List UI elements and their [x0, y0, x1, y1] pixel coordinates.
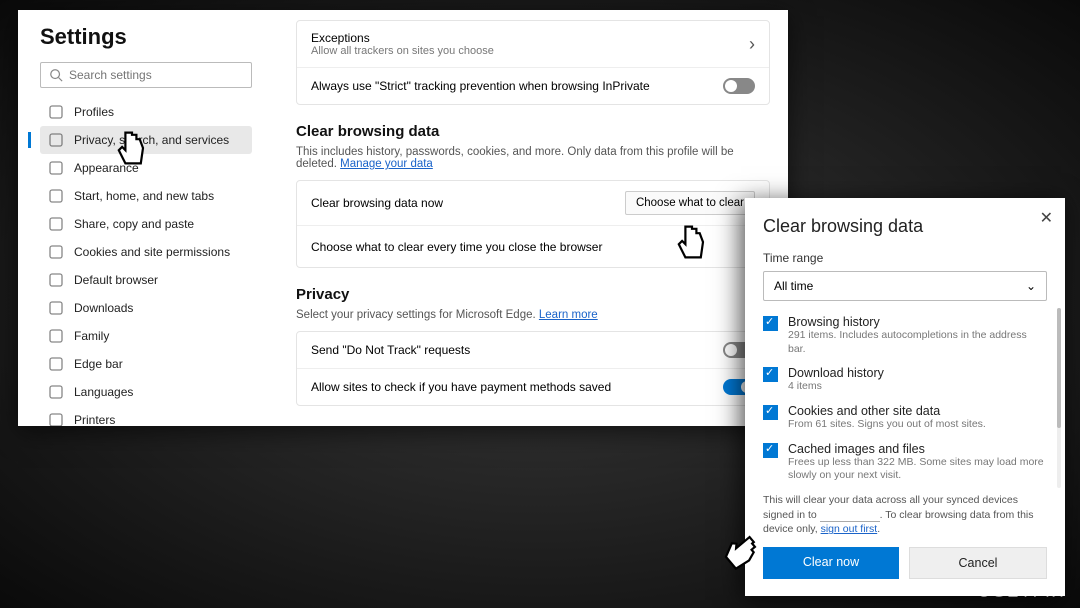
clear-on-close-label: Choose what to clear every time you clos… — [311, 240, 602, 254]
checkbox-subtitle: Frees up less than 322 MB. Some sites ma… — [788, 456, 1047, 483]
watermark: UGETFIX — [978, 582, 1066, 602]
dnt-row[interactable]: Send "Do Not Track" requests — [297, 332, 769, 369]
exceptions-row[interactable]: Exceptions Allow all trackers on sites y… — [297, 21, 769, 68]
sidebar-item-cookies-and-site-permissions[interactable]: Cookies and site permissions — [40, 238, 252, 266]
sidebar-item-label: Family — [74, 329, 109, 343]
choose-what-to-clear-button[interactable]: Choose what to clear — [625, 191, 755, 215]
strict-tracking-label: Always use "Strict" tracking prevention … — [311, 79, 650, 93]
sidebar-item-label: Profiles — [74, 105, 114, 119]
cookie-icon — [48, 244, 64, 260]
checkbox-row-download-history[interactable]: Download history4 items — [763, 366, 1047, 394]
cancel-button[interactable]: Cancel — [909, 547, 1047, 579]
payment-check-row[interactable]: Allow sites to check if you have payment… — [297, 369, 769, 405]
download-icon — [48, 300, 64, 316]
chevron-down-icon: ⌄ — [1026, 279, 1036, 293]
chevron-right-icon: › — [749, 34, 755, 55]
clear-data-card: Clear browsing data now Choose what to c… — [296, 180, 770, 268]
page-title: Settings — [40, 24, 252, 50]
time-range-value: All time — [774, 279, 813, 293]
strict-tracking-row[interactable]: Always use "Strict" tracking prevention … — [297, 68, 769, 104]
sidebar-item-profiles[interactable]: Profiles — [40, 98, 252, 126]
payment-check-label: Allow sites to check if you have payment… — [311, 380, 611, 394]
checkbox-row-cookies-and-other-site-data[interactable]: Cookies and other site dataFrom 61 sites… — [763, 404, 1047, 432]
search-icon — [49, 68, 63, 82]
checkbox-title: Download history — [788, 366, 884, 380]
time-range-select[interactable]: All time ⌄ — [763, 271, 1047, 301]
manage-your-data-link[interactable]: Manage your data — [340, 158, 433, 170]
dialog-scrollbar[interactable] — [1057, 308, 1061, 488]
checkbox-title: Cached images and files — [788, 442, 1047, 456]
dnt-label: Send "Do Not Track" requests — [311, 343, 470, 357]
sidebar-item-downloads[interactable]: Downloads — [40, 294, 252, 322]
checkbox-row-browsing-history[interactable]: Browsing history291 items. Includes auto… — [763, 315, 1047, 356]
sidebar-item-edge-bar[interactable]: Edge bar — [40, 350, 252, 378]
sidebar-item-label: Printers — [74, 413, 115, 426]
sidebar-item-family[interactable]: Family — [40, 322, 252, 350]
learn-more-link[interactable]: Learn more — [539, 309, 598, 321]
sidebar-item-share-copy-and-paste[interactable]: Share, copy and paste — [40, 210, 252, 238]
sidebar-item-languages[interactable]: Languages — [40, 378, 252, 406]
sidebar: Settings Profiles Privacy, search, and se… — [18, 10, 262, 426]
sidebar-item-printers[interactable]: Printers — [40, 406, 252, 426]
start-icon — [48, 188, 64, 204]
sidebar-item-label: Privacy, search, and services — [74, 133, 229, 147]
sidebar-item-appearance[interactable]: Appearance — [40, 154, 252, 182]
appearance-icon — [48, 160, 64, 176]
sign-out-first-link[interactable]: sign out first — [821, 523, 878, 535]
browser-icon — [48, 272, 64, 288]
checkbox[interactable] — [763, 316, 778, 331]
checkbox[interactable] — [763, 443, 778, 458]
clear-now-label: Clear browsing data now — [311, 196, 443, 210]
search-input-container[interactable] — [40, 62, 252, 88]
sidebar-item-label: Start, home, and new tabs — [74, 189, 214, 203]
sidebar-item-default-browser[interactable]: Default browser — [40, 266, 252, 294]
checkbox-row-cached-images-and-files[interactable]: Cached images and filesFrees up less tha… — [763, 442, 1047, 483]
clear-now-row: Clear browsing data now Choose what to c… — [297, 181, 769, 226]
checkbox-subtitle: 4 items — [788, 380, 884, 394]
privacy-desc: Select your privacy settings for Microso… — [296, 309, 770, 321]
sidebar-item-label: Default browser — [74, 273, 158, 287]
checkbox-title: Cookies and other site data — [788, 404, 986, 418]
clear-data-heading: Clear browsing data — [296, 123, 770, 140]
sidebar-item-label: Cookies and site permissions — [74, 245, 230, 259]
privacy-heading: Privacy — [296, 286, 770, 303]
language-icon — [48, 384, 64, 400]
checkbox-subtitle: 291 items. Includes autocompletions in t… — [788, 329, 1047, 356]
checkbox-subtitle: From 61 sites. Signs you out of most sit… — [788, 418, 986, 432]
sidebar-item-start-home-and-new-tabs[interactable]: Start, home, and new tabs — [40, 182, 252, 210]
share-icon — [48, 216, 64, 232]
sidebar-item-label: Languages — [74, 385, 133, 399]
checkbox[interactable] — [763, 367, 778, 382]
printer-icon — [48, 412, 64, 426]
strict-tracking-toggle[interactable] — [723, 78, 755, 94]
exceptions-sub: Allow all trackers on sites you choose — [311, 45, 494, 57]
clear-now-button[interactable]: Clear now — [763, 547, 899, 579]
time-range-label: Time range — [763, 251, 1047, 265]
privacy-card: Send "Do Not Track" requests Allow sites… — [296, 331, 770, 406]
dialog-footer-text: This will clear your data across all you… — [763, 493, 1047, 537]
sidebar-item-privacy-search-and-services[interactable]: Privacy, search, and services — [40, 126, 252, 154]
family-icon — [48, 328, 64, 344]
dialog-title: Clear browsing data — [763, 216, 1047, 237]
close-icon[interactable]: ✕ — [1040, 208, 1053, 228]
exceptions-card: Exceptions Allow all trackers on sites y… — [296, 20, 770, 105]
edgebar-icon — [48, 356, 64, 372]
sidebar-item-label: Downloads — [74, 301, 133, 315]
search-input[interactable] — [69, 68, 243, 82]
settings-window: Settings Profiles Privacy, search, and se… — [18, 10, 788, 426]
clear-browsing-data-dialog: ✕ Clear browsing data Time range All tim… — [745, 198, 1065, 596]
main-content: Exceptions Allow all trackers on sites y… — [278, 10, 788, 426]
exceptions-title: Exceptions — [311, 31, 494, 45]
clear-data-desc: This includes history, passwords, cookie… — [296, 146, 770, 170]
checkbox[interactable] — [763, 405, 778, 420]
sidebar-item-label: Edge bar — [74, 357, 123, 371]
sidebar-item-label: Appearance — [74, 161, 139, 175]
clear-on-close-row[interactable]: Choose what to clear every time you clos… — [297, 226, 769, 267]
sidebar-item-label: Share, copy and paste — [74, 217, 194, 231]
checkbox-title: Browsing history — [788, 315, 1047, 329]
profile-icon — [48, 104, 64, 120]
lock-icon — [48, 132, 64, 148]
